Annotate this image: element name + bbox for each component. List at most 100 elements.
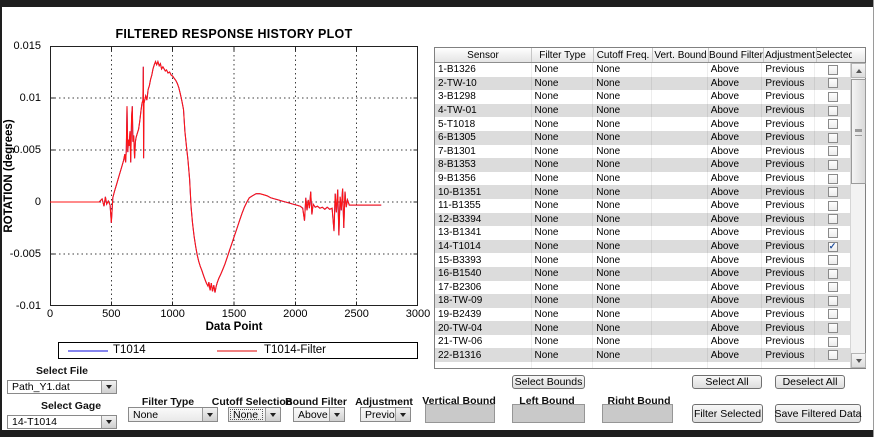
selected-checkbox[interactable] bbox=[828, 65, 838, 75]
selected-checkbox[interactable] bbox=[828, 228, 838, 238]
table-row-partial bbox=[435, 362, 850, 368]
table-row: 1-B1326NoneNoneAbovePrevious bbox=[435, 63, 850, 77]
cell-vert-bound bbox=[652, 226, 708, 240]
y-tick-label: 0.005 bbox=[0, 144, 46, 156]
cell-bound-filter: Above bbox=[708, 131, 763, 145]
window-frame-top bbox=[0, 0, 874, 7]
chevron-down-icon[interactable] bbox=[329, 408, 344, 421]
cell-adjustment: Previous bbox=[762, 131, 815, 145]
cell-selected bbox=[815, 267, 850, 281]
filter-app-window: FILTERED RESPONSE HISTORY PLOT ROTATION … bbox=[0, 0, 874, 437]
selected-checkbox[interactable] bbox=[828, 214, 838, 224]
selected-checkbox[interactable] bbox=[828, 92, 838, 102]
scroll-up-button[interactable] bbox=[851, 63, 866, 78]
selected-checkbox[interactable] bbox=[828, 133, 838, 143]
cell-sensor: 11-B1355 bbox=[435, 199, 532, 213]
cell-cutoff-freq: None bbox=[593, 240, 652, 254]
cell-cutoff-freq: None bbox=[593, 308, 652, 322]
selected-checkbox[interactable] bbox=[828, 323, 838, 333]
cell-selected bbox=[815, 308, 850, 322]
cell-cutoff-freq: None bbox=[593, 253, 652, 267]
cell-sensor: 21-TW-06 bbox=[435, 335, 532, 349]
cell-filter-type: None bbox=[532, 267, 594, 281]
cutoff-selection-dropdown[interactable]: None bbox=[228, 407, 281, 422]
save-filtered-data-button[interactable]: Save Filtered Data bbox=[775, 404, 861, 423]
adjustment-dropdown[interactable]: Previous bbox=[360, 407, 411, 422]
cell-cutoff-freq: None bbox=[593, 335, 652, 349]
selected-checkbox[interactable] bbox=[828, 160, 838, 170]
cell-bound-filter: Above bbox=[708, 158, 763, 172]
selected-checkbox[interactable] bbox=[828, 187, 838, 197]
cell-vert-bound bbox=[652, 348, 708, 362]
chevron-down-icon[interactable] bbox=[101, 381, 116, 393]
scrollbar-thumb[interactable] bbox=[851, 79, 866, 184]
cell-sensor: 1-B1326 bbox=[435, 63, 532, 77]
chevron-down-icon[interactable] bbox=[101, 416, 116, 428]
select-bounds-button[interactable]: Select Bounds bbox=[512, 375, 585, 389]
selected-checkbox[interactable] bbox=[828, 146, 838, 156]
cell-cutoff-freq: None bbox=[593, 281, 652, 295]
chevron-down-icon[interactable] bbox=[202, 408, 217, 421]
cell-cutoff-freq: None bbox=[593, 117, 652, 131]
selected-checkbox[interactable] bbox=[828, 282, 838, 292]
filter-selected-button[interactable]: Filter Selected bbox=[692, 404, 763, 423]
cell-bound-filter: Above bbox=[708, 117, 763, 131]
selected-checkbox[interactable] bbox=[828, 309, 838, 319]
cell-cutoff-freq: None bbox=[593, 90, 652, 104]
table-row: 11-B1355NoneNoneAbovePrevious bbox=[435, 199, 850, 213]
vertical-bound-input[interactable] bbox=[425, 404, 495, 423]
cell-adjustment: Previous bbox=[762, 335, 815, 349]
bound-filter-dropdown[interactable]: Above bbox=[293, 407, 345, 422]
selected-checkbox[interactable] bbox=[828, 296, 838, 306]
cell-filter-type: None bbox=[532, 145, 594, 159]
selected-checkbox[interactable] bbox=[828, 350, 838, 360]
select-all-button[interactable]: Select All bbox=[692, 375, 762, 389]
cell-filter-type: None bbox=[532, 158, 594, 172]
table-row: 2-TW-10NoneNoneAbovePrevious bbox=[435, 77, 850, 91]
cell-filter-type: None bbox=[532, 281, 594, 295]
cell-filter-type: None bbox=[532, 321, 594, 335]
x-tick-label: 2000 bbox=[273, 308, 317, 320]
cell-filter-type: None bbox=[532, 199, 594, 213]
right-bound-input[interactable] bbox=[602, 404, 673, 423]
cell-adjustment: Previous bbox=[762, 240, 815, 254]
cell-selected bbox=[815, 158, 850, 172]
selected-checkbox[interactable] bbox=[828, 78, 838, 88]
cell-cutoff-freq: None bbox=[593, 131, 652, 145]
cell-adjustment: Previous bbox=[762, 185, 815, 199]
left-bound-input[interactable] bbox=[512, 404, 585, 423]
response-history-plot bbox=[50, 46, 418, 306]
table-row: 17-B2306NoneNoneAbovePrevious bbox=[435, 281, 850, 295]
cell-filter-type: None bbox=[532, 185, 594, 199]
cell-selected bbox=[815, 77, 850, 91]
selected-checkbox[interactable] bbox=[828, 201, 838, 211]
cell-filter-type: None bbox=[532, 240, 594, 254]
cell-bound-filter: Above bbox=[708, 321, 763, 335]
chevron-down-icon[interactable] bbox=[395, 408, 410, 421]
cell-adjustment: Previous bbox=[762, 158, 815, 172]
cell-sensor: 5-T1018 bbox=[435, 117, 532, 131]
table-scrollbar[interactable] bbox=[850, 63, 865, 368]
selected-checkbox[interactable] bbox=[828, 255, 838, 265]
selected-checkbox[interactable] bbox=[828, 106, 838, 116]
filter-type-dropdown[interactable]: None bbox=[128, 407, 218, 422]
selected-checkbox[interactable] bbox=[828, 174, 838, 184]
selected-checkbox[interactable] bbox=[828, 269, 838, 279]
selected-checkbox[interactable] bbox=[828, 337, 838, 347]
cell-selected bbox=[815, 294, 850, 308]
cell-sensor: 4-TW-01 bbox=[435, 104, 532, 118]
select-file-label: Select File bbox=[7, 365, 117, 377]
cell-filter-type: None bbox=[532, 90, 594, 104]
select-gage-dropdown[interactable]: 14-T1014 bbox=[7, 415, 117, 429]
cell-vert-bound bbox=[652, 199, 708, 213]
deselect-all-button[interactable]: Deselect All bbox=[775, 375, 845, 389]
plot-xlabel: Data Point bbox=[50, 321, 418, 333]
select-file-dropdown[interactable]: Path_Y1.dat bbox=[7, 380, 117, 394]
selected-checkbox[interactable] bbox=[828, 242, 838, 252]
scroll-down-button[interactable] bbox=[851, 353, 866, 368]
cell-adjustment: Previous bbox=[762, 321, 815, 335]
chevron-down-icon[interactable] bbox=[265, 408, 280, 421]
selected-checkbox[interactable] bbox=[828, 119, 838, 129]
select-gage-label: Select Gage bbox=[16, 400, 126, 412]
cell-sensor: 10-B1351 bbox=[435, 185, 532, 199]
